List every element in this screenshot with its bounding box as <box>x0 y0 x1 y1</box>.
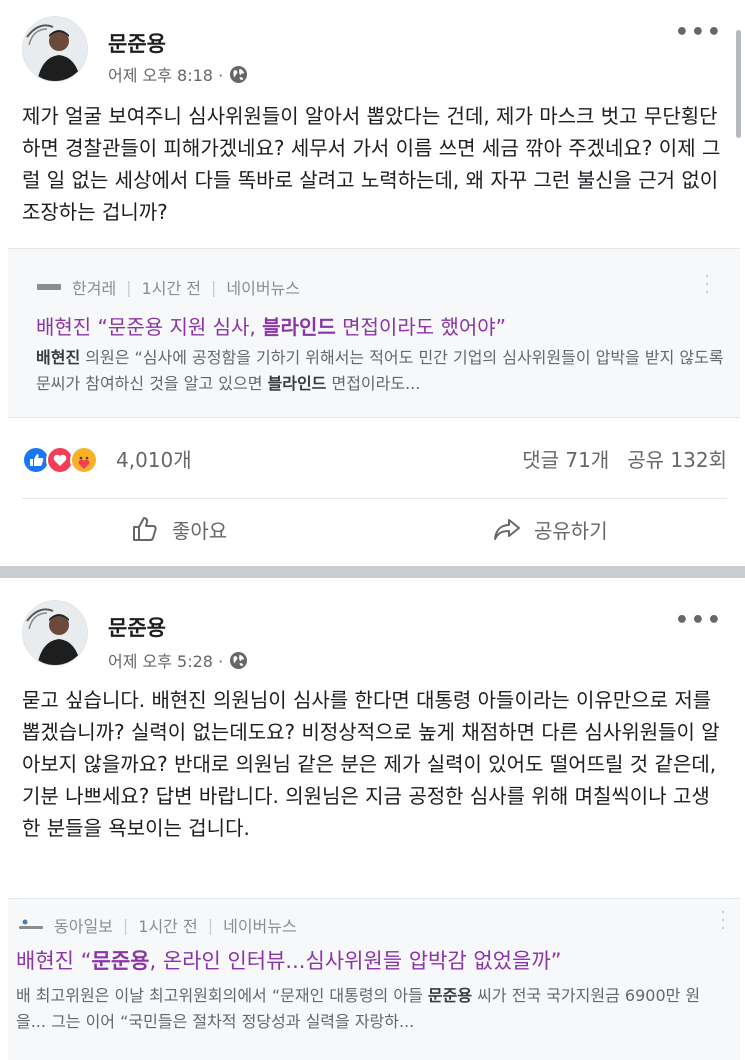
link-preview-card[interactable]: 한겨레 | 1시간 전 | 네이버뉴스 · · · 배현진 “문준용 지원 심사, … <box>8 248 740 418</box>
post-time[interactable]: 어제 오후 5:28 · <box>108 648 223 672</box>
shares-count[interactable]: 공유 132회 <box>627 448 727 472</box>
card-more-icon[interactable]: · · · <box>704 268 710 302</box>
comments-count[interactable]: 댓글 71개 <box>522 448 609 472</box>
avatar[interactable] <box>22 16 88 82</box>
link-title-part: 배현진 “문준용 지원 심사, <box>36 315 263 339</box>
link-title-part: 배현진 “ <box>16 949 92 973</box>
link-description: 배 최고위원은 이날 최고위원회의에서 “문재인 대통령의 아들 문준용 씨가 … <box>16 983 728 1035</box>
avatar-image <box>23 17 87 81</box>
separator: | <box>207 915 214 935</box>
news-age: 1시간 전 <box>141 279 201 298</box>
separator: | <box>211 277 217 297</box>
desc-highlight: 문준용 <box>427 986 473 1005</box>
more-options-icon[interactable]: ••• <box>675 608 723 633</box>
author-name[interactable]: 문준용 <box>108 28 166 58</box>
desc-highlight: 배현진 <box>36 348 81 367</box>
link-title[interactable]: 배현진 “문준용 지원 심사, 블라인드 면접이라도 했어야” <box>36 311 506 340</box>
desc-text: 배 최고위원은 이날 최고위원회의에서 “문재인 대통령의 아들 <box>16 986 428 1005</box>
link-title-highlight: 블라인드 <box>262 315 336 339</box>
desc-text: 면접이라도... <box>326 374 421 393</box>
reactions-summary: 4,010개 댓글 71개 공유 132회 <box>22 438 727 478</box>
link-preview-card[interactable]: 동아일보 | 1시간 전 | 네이버뉴스 · · · 배현진 “문준용, 온라인 인… <box>8 898 740 1060</box>
card-more-icon[interactable]: · · · <box>720 904 726 938</box>
like-button[interactable]: 좋아요 <box>130 499 227 559</box>
link-title[interactable]: 배현진 “문준용, 온라인 인터뷰...심사위원들 압박감 없었을까” <box>16 945 562 975</box>
post-text: 제가 얼굴 보여주니 심사위원들이 알아서 뽑았다는 건데, 제가 마스크 벗고… <box>22 104 721 224</box>
post-meta: 어제 오후 5:28 · <box>108 648 248 672</box>
post-time[interactable]: 어제 오후 8:18 · <box>108 62 223 86</box>
share-button[interactable]: 공유하기 <box>492 499 608 559</box>
link-meta: 동아일보 | 1시간 전 | 네이버뉴스 <box>18 913 297 937</box>
news-via: 네이버뉴스 <box>226 279 300 298</box>
post-text: 묻고 싶습니다. 배현진 의원님이 심사를 한다면 대통령 아들이라는 이유만으… <box>22 688 720 840</box>
more-options-icon[interactable]: ••• <box>675 20 723 45</box>
action-bar: 좋아요 공유하기 <box>22 498 727 558</box>
share-label: 공유하기 <box>534 518 608 543</box>
news-source-logo-icon <box>37 284 61 290</box>
desc-highlight: 블라인드 <box>267 374 327 393</box>
avatar-image <box>23 601 87 665</box>
post-divider <box>0 566 745 578</box>
separator: | <box>126 277 132 297</box>
reaction-icons[interactable] <box>22 446 118 474</box>
scrollbar[interactable] <box>736 30 741 138</box>
avatar[interactable] <box>22 600 88 666</box>
news-via: 네이버뉴스 <box>223 917 297 936</box>
thumbs-up-icon <box>133 517 157 541</box>
link-title-part: , 온라인 인터뷰...심사위원들 압박감 없었을까” <box>149 949 562 973</box>
globe-icon <box>230 651 248 669</box>
separator: | <box>122 915 129 935</box>
author-name[interactable]: 문준용 <box>108 612 166 642</box>
news-age: 1시간 전 <box>138 917 198 936</box>
like-label: 좋아요 <box>172 518 228 543</box>
link-meta: 한겨레 | 1시간 전 | 네이버뉴스 <box>36 275 300 299</box>
globe-icon <box>230 65 248 83</box>
care-reaction-icon <box>70 446 98 474</box>
share-arrow-icon <box>494 519 520 540</box>
post-meta: 어제 오후 8:18 · <box>108 62 248 86</box>
news-source: 한겨레 <box>72 279 117 298</box>
comments-shares: 댓글 71개 공유 132회 <box>522 444 727 473</box>
link-description: 배현진 의원은 “심사에 공정함을 기하기 위해서는 적어도 민간 기업의 심사… <box>36 345 726 397</box>
news-source: 동아일보 <box>54 917 113 936</box>
reaction-count[interactable]: 4,010개 <box>116 444 192 473</box>
link-title-highlight: 문준용 <box>91 949 150 973</box>
link-title-part: 면접이라도 했어야” <box>335 315 507 339</box>
news-source-logo-icon <box>19 919 43 929</box>
